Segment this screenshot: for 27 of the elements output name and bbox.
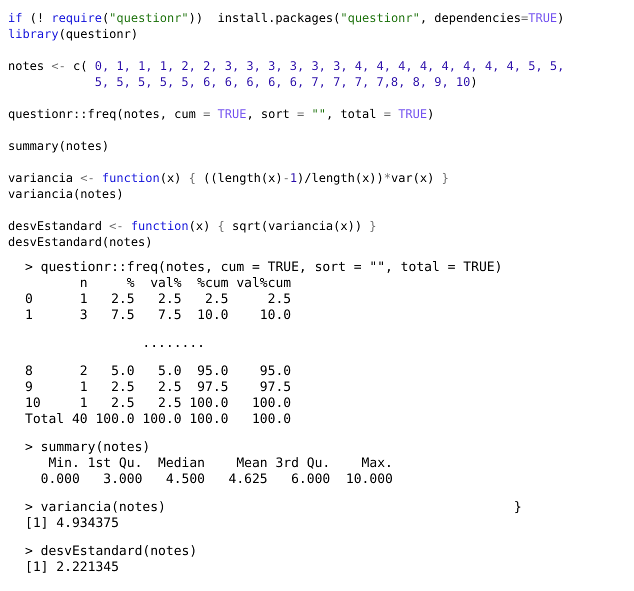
code-line: library(questionr) xyxy=(8,26,138,42)
code-line: if (! require("questionr")) install.packages("questionr", dependencies=TRUE) xyxy=(8,10,564,26)
console-output-line: [1] 2.221345 xyxy=(25,560,119,576)
console-output-line: 0.000 3.000 4.500 4.625 6.000 10.000 xyxy=(40,472,394,488)
console-output-line: n % val% %cum val%cum xyxy=(78,276,292,292)
console-output-line: > summary(notes) xyxy=(25,440,150,456)
code-line: desvEstandard(notes) xyxy=(8,234,152,250)
console-output-line: 1 3 7.5 7.5 10.0 10.0 xyxy=(25,308,292,324)
code-line: questionr::freq(notes, cum = TRUE, sort = "", total = TRUE) xyxy=(8,106,434,122)
console-output-line: ........ xyxy=(141,336,206,352)
code-line: variancia(notes) xyxy=(8,186,124,202)
code-line: summary(notes) xyxy=(8,138,110,154)
console-output-line: [1] 4.934375 xyxy=(25,516,119,532)
console-output-line: Total 40 100.0 100.0 100.0 100.0 xyxy=(25,412,292,428)
stray-brace: } xyxy=(514,500,522,516)
console-output-line: 10 1 2.5 2.5 100.0 100.0 xyxy=(25,396,292,412)
console-output-line: Min. 1st Qu. Median Mean 3rd Qu. Max. xyxy=(47,456,394,472)
console-output-line: 0 1 2.5 2.5 2.5 2.5 xyxy=(25,292,292,308)
console-output-line: 8 2 5.0 5.0 95.0 95.0 xyxy=(25,364,292,380)
console-output-line: > questionr::freq(notes, cum = TRUE, sort = "", total = TRUE) xyxy=(25,260,502,276)
console-output-line: > desvEstandard(notes) xyxy=(25,544,198,560)
code-line: variancia <- function(x) { ((length(x)-1)/length(x))*var(x) } xyxy=(8,170,449,186)
console-output-line: > variancia(notes) xyxy=(25,500,166,516)
code-line: 5, 5, 5, 5, 5, 6, 6, 6, 6, 6, 7, 7, 7, 7,8, 8, 9, 10) xyxy=(94,74,478,90)
code-line: desvEstandard <- function(x) { sqrt(variancia(x)) } xyxy=(8,218,377,234)
console-output-line: 9 1 2.5 2.5 97.5 97.5 xyxy=(25,380,292,396)
code-line: notes <- c( 0, 1, 1, 1, 2, 2, 3, 3, 3, 3, 3, 3, 4, 4, 4, 4, 4, 4, 4, 4, 5, 5, xyxy=(8,58,564,74)
